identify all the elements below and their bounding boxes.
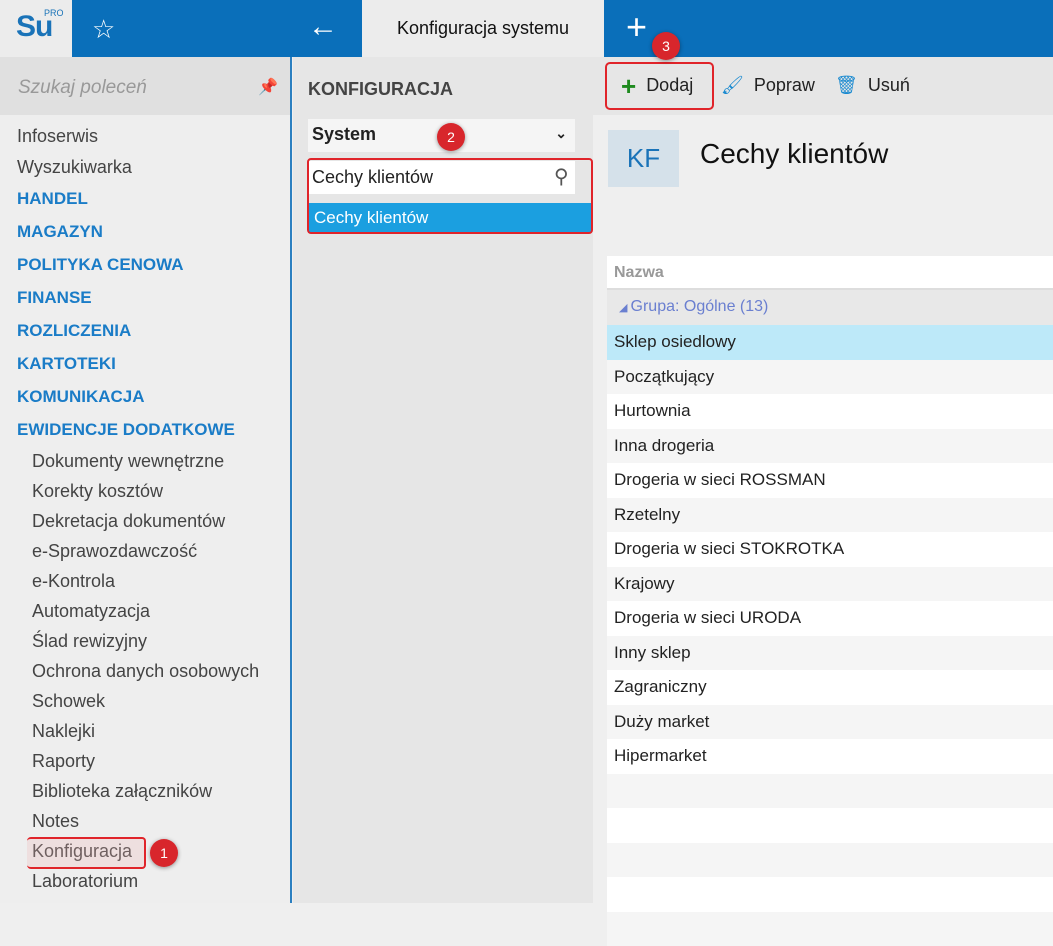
sidebar-subitem[interactable]: Automatyzacja bbox=[32, 601, 150, 622]
table-row[interactable]: Inny sklep bbox=[607, 636, 1053, 671]
empty-row bbox=[607, 774, 1053, 809]
sidebar-category[interactable]: EWIDENCJE DODATKOWE bbox=[17, 420, 235, 440]
annotation-box-2 bbox=[307, 158, 593, 234]
sidebar-subitem[interactable]: Dokumenty wewnętrzne bbox=[32, 451, 224, 472]
sidebar-category[interactable]: FINANSE bbox=[17, 288, 92, 308]
annotation-badge-3: 3 bbox=[652, 32, 680, 60]
annotation-badge-1: 1 bbox=[150, 839, 178, 867]
sidebar-category[interactable]: POLITYKA CENOWA bbox=[17, 255, 184, 275]
table-row[interactable]: Sklep osiedlowy bbox=[607, 325, 1053, 360]
trash-icon: 🗑 bbox=[835, 75, 858, 96]
empty-row bbox=[607, 808, 1053, 843]
edit-button[interactable]: 🖌 Popraw bbox=[721, 75, 815, 96]
annotation-box-3 bbox=[605, 62, 714, 110]
sidebar-item[interactable]: Infoserwis bbox=[17, 126, 98, 147]
table-row[interactable]: Duży market bbox=[607, 705, 1053, 740]
annotation-box-1 bbox=[27, 837, 146, 869]
page-icon: KF bbox=[608, 130, 679, 187]
sidebar-subitem[interactable]: Laboratorium bbox=[32, 871, 138, 892]
table-row[interactable]: Hurtownia bbox=[607, 394, 1053, 429]
brush-icon: 🖌 bbox=[721, 75, 744, 96]
empty-row bbox=[607, 877, 1053, 912]
data-grid: Nazwa ◢ Grupa: Ogólne (13) Sklep osiedlo… bbox=[607, 256, 1053, 903]
sidebar-subitem[interactable]: e-Kontrola bbox=[32, 571, 115, 592]
table-row[interactable]: Hipermarket bbox=[607, 739, 1053, 774]
command-search-input[interactable]: Szukaj poleceń 📌 bbox=[0, 57, 290, 115]
sidebar-subitem[interactable]: Notes bbox=[32, 811, 79, 832]
empty-row bbox=[607, 912, 1053, 946]
sidebar-subitem[interactable]: e-Sprawozdawczość bbox=[32, 541, 197, 562]
group-row[interactable]: ◢ Grupa: Ogólne (13) bbox=[607, 290, 1053, 325]
tab-label: Konfiguracja systemu bbox=[397, 18, 569, 39]
table-row[interactable]: Inna drogeria bbox=[607, 429, 1053, 464]
group-label: Grupa: Ogólne (13) bbox=[631, 298, 769, 315]
sidebar-category[interactable]: KOMUNIKACJA bbox=[17, 387, 145, 407]
sidebar-category[interactable]: ROZLICZENIA bbox=[17, 321, 131, 341]
empty-row bbox=[607, 843, 1053, 878]
edit-label: Popraw bbox=[754, 75, 815, 96]
table-row[interactable]: Początkujący bbox=[607, 360, 1053, 395]
annotation-badge-2: 2 bbox=[437, 123, 465, 151]
table-row[interactable]: Drogeria w sieci STOKROTKA bbox=[607, 532, 1053, 567]
collapse-triangle-icon[interactable]: ◢ bbox=[619, 302, 631, 314]
column-header-nazwa[interactable]: Nazwa bbox=[607, 256, 1053, 290]
sidebar-subitem[interactable]: Korekty kosztów bbox=[32, 481, 163, 502]
sidebar-category[interactable]: MAGAZYN bbox=[17, 222, 103, 242]
table-row[interactable]: Drogeria w sieci URODA bbox=[607, 601, 1053, 636]
favorites-star-icon[interactable]: ☆ bbox=[92, 14, 115, 45]
new-tab-plus-icon[interactable]: + bbox=[626, 6, 647, 48]
back-arrow-icon[interactable]: ← bbox=[308, 10, 338, 44]
delete-button[interactable]: 🗑 Usuń bbox=[835, 75, 910, 96]
sidebar-category[interactable]: HANDEL bbox=[17, 189, 88, 209]
tab-konfiguracja-systemu[interactable]: Konfiguracja systemu bbox=[362, 0, 604, 57]
sidebar-subitem[interactable]: Naklejki bbox=[32, 721, 95, 742]
table-row[interactable]: Krajowy bbox=[607, 567, 1053, 602]
search-placeholder: Szukaj poleceń bbox=[18, 77, 147, 99]
app-logo[interactable]: SuPRO bbox=[0, 0, 72, 57]
sidebar-category[interactable]: KARTOTEKI bbox=[17, 354, 116, 374]
logo-sup: PRO bbox=[44, 8, 64, 18]
sidebar: Szukaj poleceń 📌 Infoserwis Wyszukiwarka HA… bbox=[0, 57, 292, 903]
sidebar-subitem[interactable]: Dekretacja dokumentów bbox=[32, 511, 225, 532]
panel-title: KONFIGURACJA bbox=[308, 79, 453, 100]
pin-icon[interactable]: 📌 bbox=[258, 77, 278, 97]
sidebar-item[interactable]: Wyszukiwarka bbox=[17, 157, 132, 178]
sidebar-subitem[interactable]: Schowek bbox=[32, 691, 105, 712]
table-row[interactable]: Zagraniczny bbox=[607, 670, 1053, 705]
sidebar-subitem[interactable]: Biblioteka załączników bbox=[32, 781, 212, 802]
sidebar-subitem[interactable]: Raporty bbox=[32, 751, 95, 772]
chevron-down-icon: ⌄ bbox=[555, 125, 567, 142]
delete-label: Usuń bbox=[868, 75, 910, 96]
table-row[interactable]: Rzetelny bbox=[607, 498, 1053, 533]
select-value: System bbox=[312, 124, 376, 144]
page-title: Cechy klientów bbox=[700, 138, 888, 170]
sidebar-subitem[interactable]: Ślad rewizyjny bbox=[32, 631, 147, 652]
sidebar-subitem[interactable]: Ochrona danych osobowych bbox=[32, 661, 259, 682]
table-row[interactable]: Drogeria w sieci ROSSMAN bbox=[607, 463, 1053, 498]
